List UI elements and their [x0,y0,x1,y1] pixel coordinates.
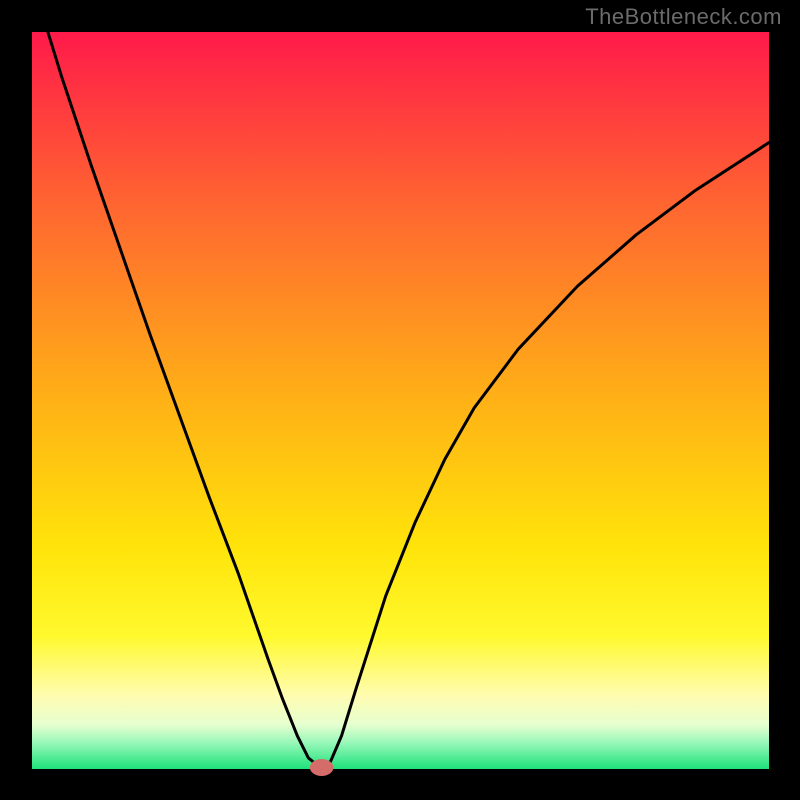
optimum-marker [310,759,334,776]
watermark-text: TheBottleneck.com [585,4,782,30]
plot-background [32,32,769,769]
bottleneck-chart [0,0,800,800]
chart-container: TheBottleneck.com [0,0,800,800]
